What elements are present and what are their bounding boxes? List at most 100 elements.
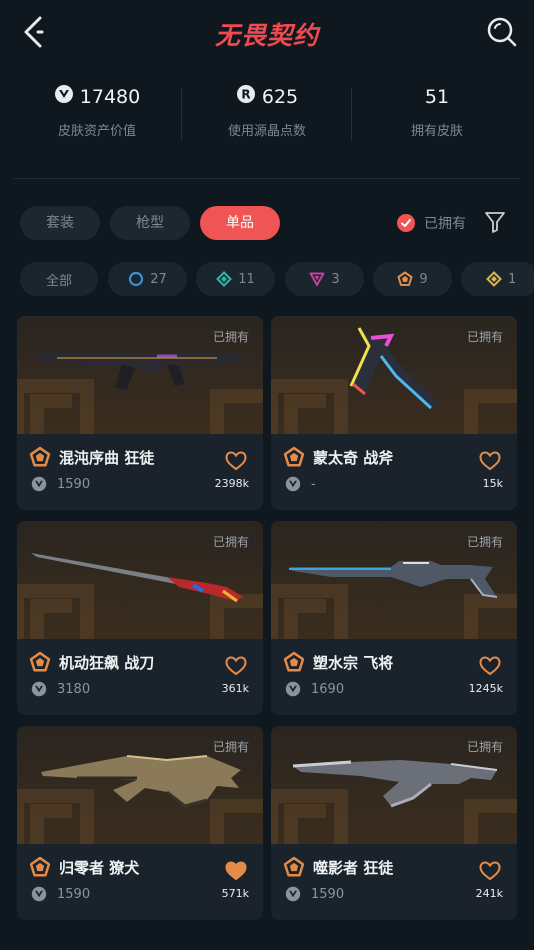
owned-badge: 已拥有	[466, 740, 503, 754]
skin-card[interactable]: 已拥有 机动狂飙 战刀 3180 361k	[17, 521, 263, 715]
skin-name-row: 归零者 獠犬	[29, 856, 139, 878]
pentagon-tier-icon	[283, 446, 305, 467]
stat-radianite: R 625 使用源晶点数	[182, 84, 352, 139]
like-count: 361k	[221, 682, 249, 695]
tab-single-items[interactable]: 单品	[200, 206, 280, 240]
heart-icon[interactable]	[479, 861, 501, 881]
filter-icon[interactable]	[484, 210, 506, 234]
stats-panel: 17480 皮肤资产价值 R 625 使用源晶点数 51 拥有皮肤	[0, 84, 534, 148]
vp-icon	[31, 681, 47, 697]
owned-badge: 已拥有	[466, 535, 503, 549]
page-title: 无畏契约	[214, 21, 319, 50]
radianite-icon: R	[236, 84, 256, 111]
skin-name: 噬影者 狂徒	[313, 858, 394, 877]
skin-name: 混沌序曲 狂徒	[59, 448, 155, 467]
skin-price-row: 3180	[31, 681, 90, 697]
tab-weapon-type[interactable]: 枪型	[110, 206, 190, 240]
chip-count: 1	[508, 271, 517, 287]
skin-card[interactable]: 已拥有 噬影者 狂徒 1590 241k	[271, 726, 517, 920]
skin-card[interactable]: 已拥有 混沌序曲 狂徒 1590 2398k	[17, 316, 263, 510]
heart-filled-icon[interactable]	[225, 861, 247, 881]
pentagon-tier-icon	[29, 856, 51, 877]
chip-count: 27	[150, 271, 167, 287]
skin-price: 1590	[311, 886, 345, 902]
like-count: 15k	[482, 477, 503, 490]
chip-tier-deluxe[interactable]: 11	[196, 262, 275, 296]
heart-icon[interactable]	[479, 451, 501, 471]
pentagon-tier-icon	[283, 856, 305, 877]
chip-all[interactable]: 全部	[20, 262, 98, 296]
divider	[181, 88, 182, 140]
skin-price: -	[311, 476, 316, 492]
skin-card[interactable]: 已拥有 归零者 獠犬 1590 571k	[17, 726, 263, 920]
owned-badge: 已拥有	[212, 330, 249, 344]
stat-owned-skins: 51 拥有皮肤	[352, 84, 522, 139]
stat-label: 使用源晶点数	[227, 124, 306, 139]
circle-tier-icon	[129, 271, 144, 287]
like-count: 2398k	[214, 477, 249, 490]
vp-icon	[285, 886, 301, 902]
owned-badge: 已拥有	[212, 535, 249, 549]
stat-label: 皮肤资产价值	[57, 124, 136, 139]
owned-filter-toggle[interactable]: 已拥有	[397, 211, 466, 235]
stat-value: 51	[424, 86, 450, 108]
pentagon-tier-icon	[283, 651, 305, 672]
checkmark-icon[interactable]	[397, 214, 415, 232]
skin-price-row: 1590	[31, 476, 90, 492]
vp-icon	[31, 476, 47, 492]
heart-icon[interactable]	[225, 451, 247, 471]
chip-tier-premium[interactable]: 3	[285, 262, 364, 296]
stat-value: 625	[261, 86, 299, 108]
divider	[14, 178, 520, 179]
chip-label: 全部	[45, 273, 72, 289]
owned-filter-label: 已拥有	[424, 216, 466, 232]
owned-badge: 已拥有	[212, 740, 249, 754]
diamond-tier-icon	[216, 271, 233, 287]
stat-value: 17480	[79, 86, 141, 108]
skin-price-row: 1590	[31, 886, 90, 902]
skin-card[interactable]: 已拥有 蒙太奇 战斧 - 15k	[271, 316, 517, 510]
like-count: 1245k	[468, 682, 503, 695]
like-count: 241k	[475, 887, 503, 900]
skin-name: 机动狂飙 战刀	[59, 653, 155, 672]
skin-price-row: 1590	[285, 886, 344, 902]
skin-name: 蒙太奇 战斧	[313, 448, 394, 467]
top-bar: 无畏契约	[0, 0, 534, 64]
pentagon-tier-icon	[397, 271, 413, 286]
skin-name-row: 噬影者 狂徒	[283, 856, 393, 878]
pentagon-tier-icon	[29, 446, 51, 467]
vp-icon	[54, 84, 74, 111]
skin-price: 3180	[57, 681, 91, 697]
stat-label: 拥有皮肤	[410, 124, 463, 139]
skin-name-row: 蒙太奇 战斧	[283, 446, 393, 468]
skin-name: 归零者 獠犬	[59, 858, 140, 877]
skin-price: 1590	[57, 476, 91, 492]
diamond-tier-icon	[486, 271, 502, 287]
search-icon[interactable]	[486, 16, 518, 48]
chip-count: 11	[238, 271, 255, 287]
skin-name-row: 塑水宗 飞将	[283, 651, 393, 673]
skin-name: 塑水宗 飞将	[313, 653, 394, 672]
svg-text:R: R	[241, 88, 250, 102]
triangle-tier-icon	[309, 272, 325, 286]
chip-tier-exclusive[interactable]: 9	[373, 262, 452, 296]
tab-sets[interactable]: 套装	[20, 206, 100, 240]
vp-icon	[31, 886, 47, 902]
chip-tier-ultra[interactable]: 1	[461, 262, 534, 296]
like-count: 571k	[221, 887, 249, 900]
stat-skin-value: 17480 皮肤资产价值	[12, 84, 182, 139]
skin-price: 1690	[311, 681, 345, 697]
owned-badge: 已拥有	[466, 330, 503, 344]
vp-icon	[285, 681, 301, 697]
chip-count: 3	[331, 271, 340, 287]
skin-price-row: 1690	[285, 681, 344, 697]
skin-price-row: -	[285, 476, 316, 492]
skin-price: 1590	[57, 886, 91, 902]
chip-tier-select[interactable]: 27	[108, 262, 187, 296]
heart-icon[interactable]	[225, 656, 247, 676]
pentagon-tier-icon	[29, 651, 51, 672]
skin-name-row: 机动狂飙 战刀	[29, 651, 154, 673]
skin-card[interactable]: 已拥有 塑水宗 飞将 1690 1245k	[271, 521, 517, 715]
heart-icon[interactable]	[479, 656, 501, 676]
skin-name-row: 混沌序曲 狂徒	[29, 446, 154, 468]
